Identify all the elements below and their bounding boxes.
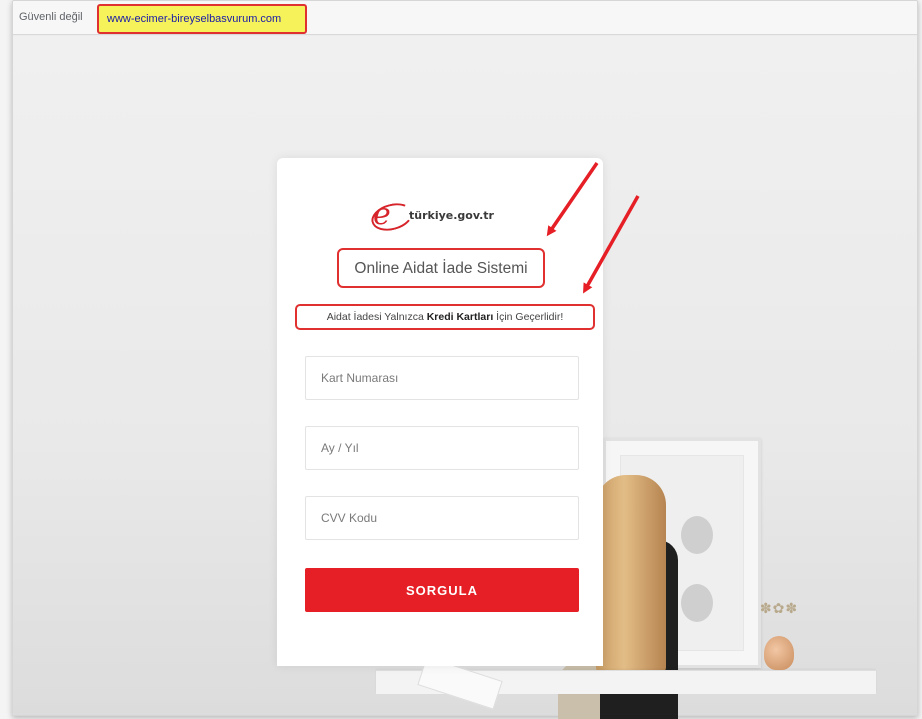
title-highlight-box: Online Aidat İade Sistemi (337, 248, 545, 288)
notice-highlight-box: Aidat İadesi Yalnızca Kredi Kartları İçi… (295, 304, 595, 330)
login-card: e türkiye.gov.tr Online Aidat İade Siste… (277, 158, 603, 666)
notice-prefix: Aidat İadesi Yalnızca (326, 311, 427, 323)
notice-bold: Kredi Kartları (426, 311, 494, 323)
url-text[interactable]: www-ecimer-bireyselbasvurum.com (107, 13, 281, 25)
vase (764, 636, 794, 670)
address-bar: Güvenli değil www-ecimer-bireyselbasvuru… (13, 1, 917, 35)
card-number-input[interactable] (305, 356, 579, 400)
url-highlight[interactable]: www-ecimer-bireyselbasvurum.com (97, 4, 307, 34)
security-label: Güvenli değil (19, 11, 83, 23)
flowers: ✽✿✽ (759, 600, 799, 616)
e-icon: e (373, 197, 391, 232)
page-title: Online Aidat İade Sistemi (354, 260, 528, 277)
logo-text: türkiye.gov.tr (409, 209, 494, 222)
cvv-input[interactable] (305, 496, 579, 540)
person-hair (596, 475, 666, 675)
submit-button[interactable]: SORGULA (305, 568, 579, 612)
expiry-input[interactable] (305, 426, 579, 470)
notice-suffix: İçin Geçerlidir! (493, 311, 564, 323)
notice-text: Aidat İadesi Yalnızca Kredi Kartları İçi… (297, 311, 593, 323)
turkiye-gov-logo: e türkiye.gov.tr (368, 197, 513, 235)
